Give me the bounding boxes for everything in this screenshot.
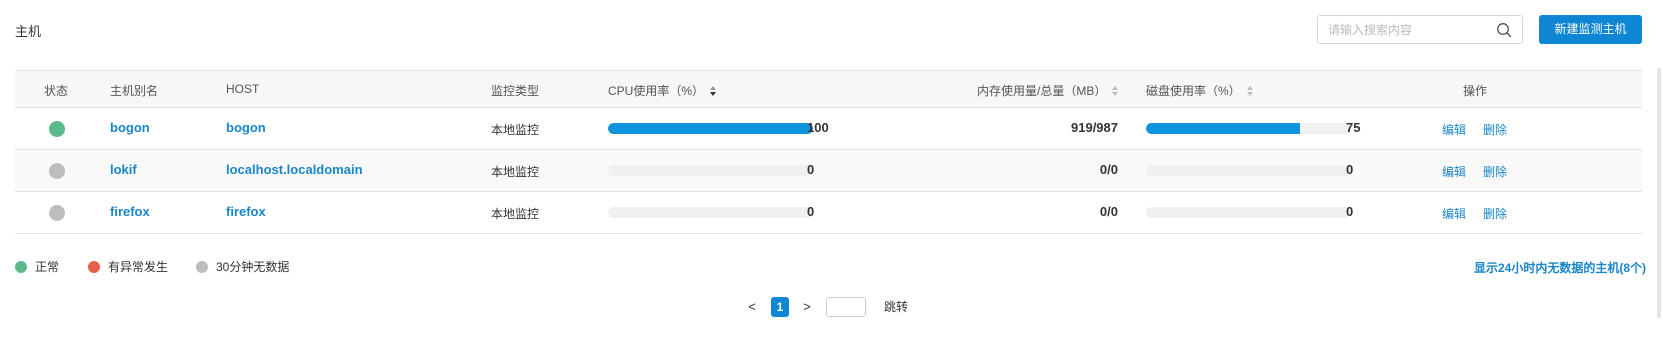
column-alias: 主机别名: [110, 84, 159, 98]
legend-nodata-label: 30分钟无数据: [216, 260, 290, 274]
host-link[interactable]: bogon: [226, 120, 266, 135]
search-box[interactable]: [1317, 15, 1523, 44]
delete-button[interactable]: 删除: [1483, 121, 1507, 138]
legend-nodata: 30分钟无数据: [196, 258, 289, 275]
page-title: 主机: [15, 24, 42, 39]
cpu-usage-fill: [608, 123, 813, 134]
status-dot-icon: [49, 205, 65, 221]
table-row: bogon bogon 本地监控 100 919/987 75 编辑 删除: [15, 108, 1642, 150]
search-icon[interactable]: [1496, 22, 1512, 38]
edit-button[interactable]: 编辑: [1442, 163, 1466, 180]
disk-usage-fill: [1146, 123, 1300, 134]
page-jump-button[interactable]: 跳转: [882, 297, 910, 317]
legend-normal: 正常: [15, 258, 59, 275]
table-row: lokif localhost.localdomain 本地监控 0 0/0 0…: [15, 150, 1642, 192]
column-memory-label: 内存使用量/总量（MB）: [977, 84, 1107, 98]
search-input[interactable]: [1328, 21, 1488, 38]
scrollbar[interactable]: [1657, 68, 1661, 318]
column-disk-label: 磁盘使用率（%）: [1146, 84, 1241, 98]
next-page-button[interactable]: >: [800, 297, 814, 317]
memory-usage-value: 919/987: [1071, 120, 1118, 135]
column-cpu-label: CPU使用率（%）: [608, 84, 705, 98]
host-alias-link[interactable]: bogon: [110, 120, 150, 135]
cpu-usage-value: 0: [807, 162, 815, 177]
table-header: 状态 主机别名 HOST 监控类型 CPU使用率（%） 内存使用量/总量（MB）…: [15, 70, 1642, 108]
page-1-button[interactable]: 1: [771, 297, 789, 317]
status-dot-icon: [49, 163, 65, 179]
delete-button[interactable]: 删除: [1483, 205, 1507, 222]
disk-usage-value: 0: [1346, 204, 1354, 219]
cpu-usage-bar: [608, 123, 813, 134]
disk-usage-value: 0: [1346, 162, 1354, 177]
cpu-usage-bar: [608, 207, 813, 218]
disk-usage-value: 75: [1346, 120, 1361, 135]
column-actions: 操作: [1463, 84, 1488, 98]
memory-usage-value: 0/0: [1099, 162, 1118, 177]
page-jump-input[interactable]: [826, 297, 866, 317]
column-host: HOST: [226, 82, 260, 96]
column-cpu[interactable]: CPU使用率（%）: [608, 82, 717, 99]
cpu-usage-value: 0: [807, 204, 815, 219]
status-dot-icon: [49, 121, 65, 137]
legend-normal-label: 正常: [35, 260, 60, 274]
legend-abnormal: 有异常发生: [88, 258, 168, 275]
legend-abnormal-label: 有异常发生: [108, 260, 169, 274]
sort-icon[interactable]: [710, 86, 717, 96]
table-row: firefox firefox 本地监控 0 0/0 0 编辑 删除: [15, 192, 1642, 234]
host-link[interactable]: localhost.localdomain: [226, 162, 363, 177]
host-alias-link[interactable]: lokif: [110, 162, 137, 177]
prev-page-button[interactable]: <: [745, 297, 759, 317]
sort-icon[interactable]: [1246, 86, 1253, 96]
disk-usage-bar: [1146, 123, 1351, 134]
monitor-type: 本地监控: [491, 165, 540, 179]
show-nodata-hosts-link[interactable]: 显示24小时内无数据的主机(8个): [1474, 259, 1646, 276]
monitor-type: 本地监控: [491, 123, 540, 137]
delete-button[interactable]: 删除: [1483, 163, 1507, 180]
new-monitor-host-button[interactable]: 新建监测主机: [1539, 15, 1642, 44]
column-memory[interactable]: 内存使用量/总量（MB）: [977, 82, 1119, 99]
sort-icon[interactable]: [1112, 86, 1119, 96]
top-bar: 主机 新建监测主机: [0, 0, 1663, 60]
nodata-dot-icon: [196, 261, 208, 273]
column-status: 状态: [44, 84, 69, 98]
disk-usage-bar: [1146, 165, 1351, 176]
host-alias-link[interactable]: firefox: [110, 204, 150, 219]
abnormal-dot-icon: [88, 261, 100, 273]
memory-usage-value: 0/0: [1099, 204, 1118, 219]
column-disk[interactable]: 磁盘使用率（%）: [1146, 82, 1253, 99]
monitor-type: 本地监控: [491, 207, 540, 221]
cpu-usage-bar: [608, 165, 813, 176]
column-type: 监控类型: [491, 84, 540, 98]
edit-button[interactable]: 编辑: [1442, 205, 1466, 222]
host-link[interactable]: firefox: [226, 204, 266, 219]
normal-dot-icon: [15, 261, 27, 273]
cpu-usage-value: 100: [807, 120, 829, 135]
edit-button[interactable]: 编辑: [1442, 121, 1466, 138]
disk-usage-bar: [1146, 207, 1351, 218]
